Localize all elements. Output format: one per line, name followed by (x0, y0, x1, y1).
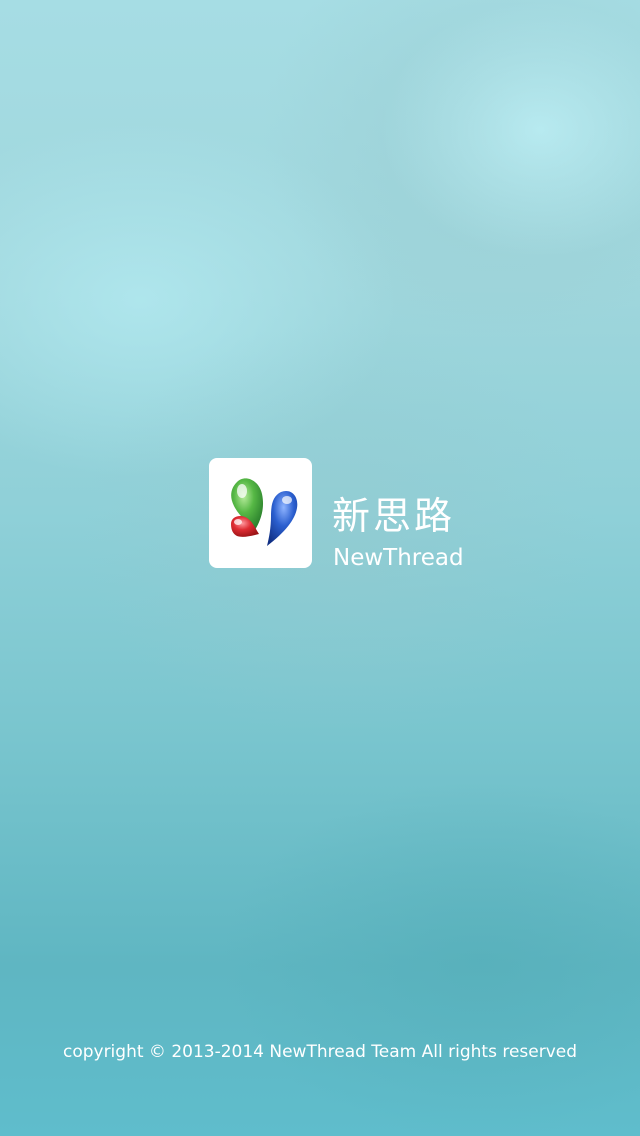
logo-drops-graphic (231, 478, 298, 546)
copyright-text: copyright © 2013-2014 NewThread Team All… (62, 1042, 578, 1062)
splash-screen: 新思路 NewThread copyright © 2013-2014 NewT… (0, 0, 640, 1136)
app-logo: 新思路 NewThread (209, 458, 469, 571)
app-name-chinese: 新思路 (332, 494, 456, 538)
background-shade (220, 780, 640, 1136)
app-name-english: NewThread (333, 545, 464, 571)
newthread-logo-icon (209, 458, 312, 568)
